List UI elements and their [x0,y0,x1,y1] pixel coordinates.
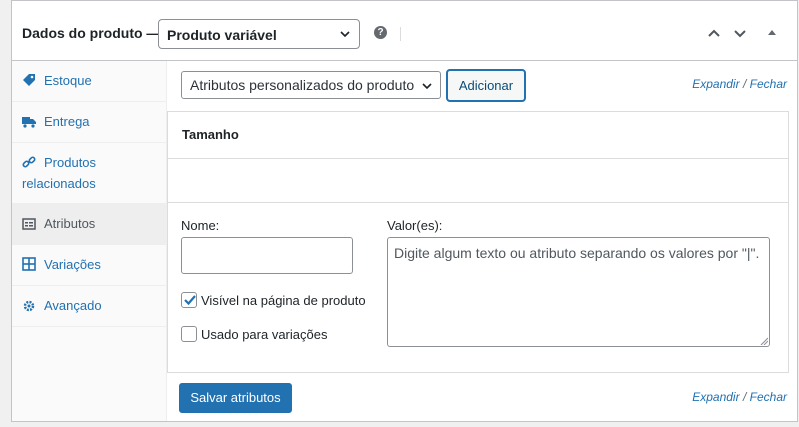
panel-title: Dados do produto — [22,25,161,41]
used-for-variations-label: Usado para variações [201,327,328,342]
attribute-type-select[interactable]: Atributos personalizados do produto [181,71,441,99]
grid-icon [22,257,36,271]
product-data-tabs: Estoque Entrega Produtos relacionados At… [12,61,167,421]
footer-expand-close-links: Expandir / Fechar [692,390,787,404]
attribute-type-value: Atributos personalizados do produto [190,77,415,93]
link-separator: / [742,77,747,91]
tab-entrega[interactable]: Entrega [12,102,167,143]
tab-label: Estoque [44,73,92,88]
attribute-header-spacer [168,159,788,203]
attribute-values-textarea[interactable]: Digite algum texto ou atributo separando… [387,237,770,347]
attributes-panel: Atributos personalizados do produto Adic… [167,61,797,421]
add-attribute-button[interactable]: Adicionar [447,70,525,101]
tab-label: Atributos [44,216,96,231]
expand-close-links: Expandir / Fechar [692,77,787,91]
visible-on-product-label: Visível na página de produto [201,293,366,308]
attributes-footer: Salvar atributos Expandir / Fechar [167,373,797,421]
list-icon [22,218,36,230]
tab-label: Entrega [44,114,90,129]
panel-header: Dados do produto — Produto variável ? [12,1,797,61]
save-attributes-button[interactable]: Salvar atributos [179,383,292,413]
link-separator: / [742,390,747,404]
collapse-toggle-icon[interactable] [764,25,780,41]
attribute-name-input[interactable] [181,237,353,274]
attribute-name-heading: Tamanho [182,127,239,142]
visible-on-product-checkbox[interactable] [181,292,197,308]
tab-avancado[interactable]: Avançado [12,286,167,327]
checkmark-icon [184,295,196,306]
values-placeholder: Digite algum texto ou atributo separando… [394,245,760,261]
tag-icon [23,74,35,86]
tab-label-line1: Produtos [44,155,97,170]
gear-icon [23,300,35,312]
move-up-icon[interactable] [706,25,722,41]
attribute-box: Tamanho Nome: Valor(es): Digite algum te… [167,111,789,373]
attribute-header[interactable]: Tamanho [168,112,788,159]
tab-produtos-relacionados[interactable]: Produtos relacionados [12,143,167,204]
header-divider [400,27,401,41]
tab-atributos[interactable]: Atributos [12,204,167,245]
tab-estoque[interactable]: Estoque [12,61,167,102]
product-type-value: Produto variável [167,27,277,43]
tab-label: Avançado [44,298,102,313]
expand-link[interactable]: Expandir [692,77,739,91]
tab-label-line2: relacionados [22,176,96,191]
move-down-icon[interactable] [732,25,748,41]
close-link[interactable]: Fechar [750,77,787,91]
name-label: Nome: [181,218,220,233]
help-icon[interactable]: ? [374,26,387,39]
truck-icon [22,117,36,128]
values-label: Valor(es): [387,218,443,233]
resize-handle-icon[interactable] [760,337,768,345]
tab-label: Variações [44,257,101,272]
chevron-down-icon [422,83,432,90]
product-data-panel: Dados do produto — Produto variável ? Es… [11,0,798,422]
used-for-variations-checkbox[interactable] [181,326,197,342]
chevron-down-icon [340,31,350,38]
tab-variacoes[interactable]: Variações [12,245,167,286]
product-type-select[interactable]: Produto variável [158,19,360,49]
expand-link[interactable]: Expandir [692,390,739,404]
close-link[interactable]: Fechar [750,390,787,404]
link-icon [22,156,36,168]
